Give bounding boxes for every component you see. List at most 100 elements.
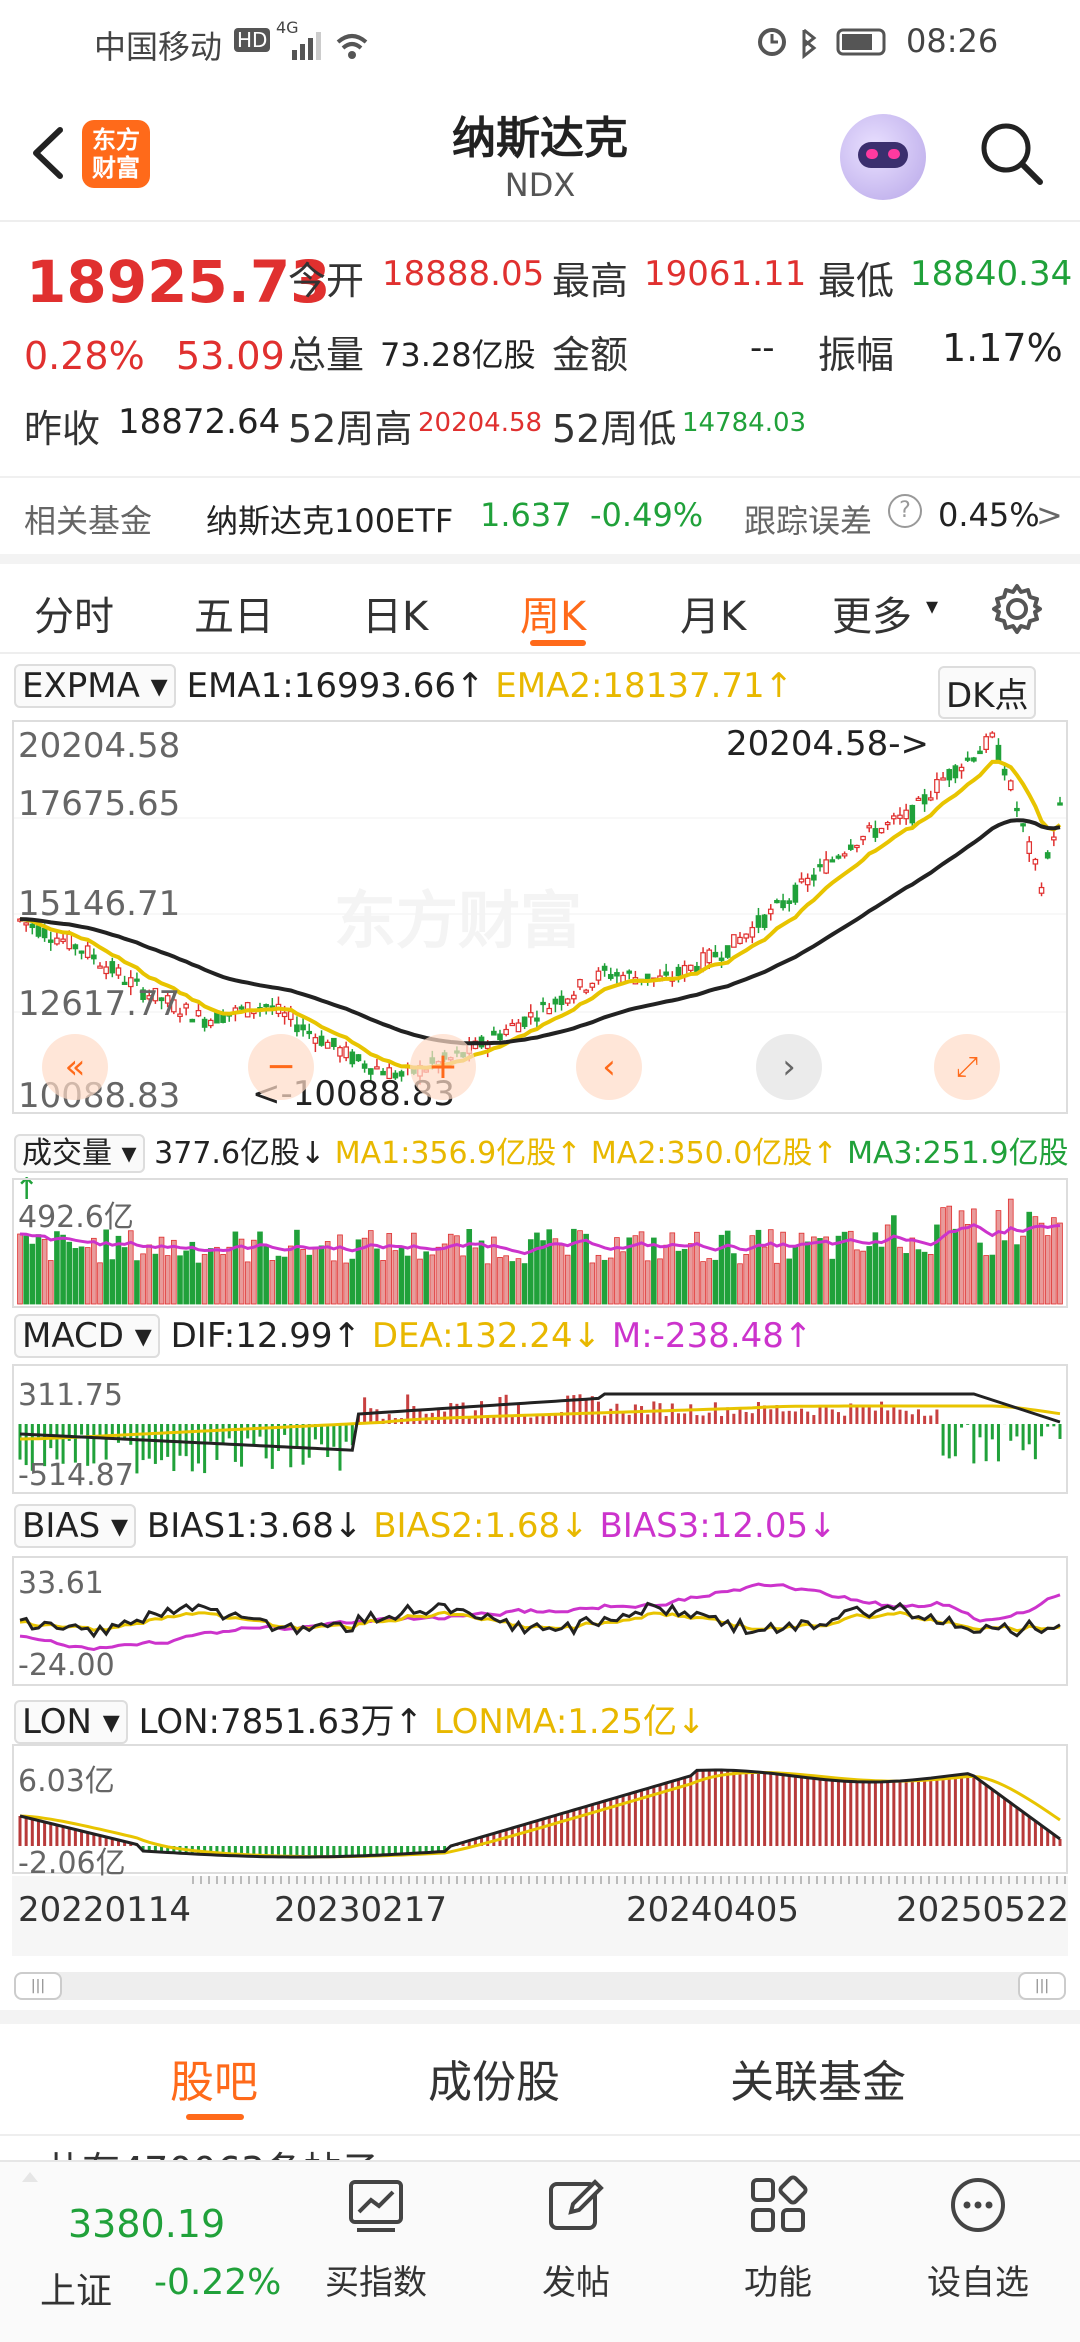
lon-bar bbox=[831, 1780, 834, 1846]
candle-body bbox=[873, 829, 877, 838]
lonma-value: LONMA:1.25亿↓ bbox=[434, 1702, 706, 1742]
candle-body bbox=[202, 1019, 206, 1027]
volume-bar bbox=[731, 1254, 736, 1304]
volume-bar bbox=[73, 1248, 78, 1304]
candle-body bbox=[602, 966, 606, 970]
scroll-right-icon[interactable]: › bbox=[756, 1034, 822, 1100]
lon-bar bbox=[677, 1779, 680, 1846]
volume-bar bbox=[282, 1257, 287, 1304]
lon-chart[interactable]: 6.03亿 -2.06亿 bbox=[12, 1744, 1068, 1874]
date-axis: 20220114 20230217 20240405 20250522 bbox=[12, 1876, 1068, 1956]
candle-body bbox=[1045, 853, 1049, 858]
lon-bar bbox=[819, 1779, 822, 1846]
candle-body bbox=[239, 1007, 243, 1009]
candle-body bbox=[978, 751, 982, 753]
tab-daily-k[interactable]: 日K bbox=[362, 584, 428, 642]
prev-close-value: 18872.64 bbox=[118, 402, 280, 442]
w52-low-label: 52周低 bbox=[552, 398, 676, 453]
candle-body bbox=[116, 968, 120, 975]
lon-bar bbox=[812, 1778, 815, 1846]
lon-selector[interactable]: LON ▾ bbox=[14, 1700, 128, 1744]
fullscreen-expand-icon[interactable]: ⤢ bbox=[934, 1034, 1000, 1100]
scroll-left-icon[interactable]: ‹ bbox=[576, 1034, 642, 1100]
expma-selector[interactable]: EXPMA ▾ bbox=[14, 664, 176, 708]
nav-functions[interactable]: 功能 bbox=[708, 2174, 848, 2304]
range-handle-right[interactable]: ||| bbox=[1018, 1972, 1066, 2000]
zoom-in-icon[interactable]: + bbox=[410, 1034, 476, 1100]
kline-y-label-4: 12617.77 bbox=[18, 984, 180, 1024]
macd-bar bbox=[862, 1407, 865, 1424]
lon-bar bbox=[855, 1782, 858, 1846]
kline-chart[interactable]: 东方财富 20204.58 17675.65 15146.71 12617.77… bbox=[12, 720, 1068, 1114]
ticker-caret-icon bbox=[22, 2172, 38, 2182]
candle-body bbox=[775, 901, 779, 903]
related-fund-name[interactable]: 纳斯达克100ETF bbox=[206, 496, 453, 542]
volume-bar bbox=[251, 1240, 256, 1304]
volume-bar bbox=[430, 1255, 435, 1304]
bias2-value: BIAS2:1.68↓ bbox=[373, 1506, 588, 1546]
candle-body bbox=[750, 928, 754, 937]
tab-stock-forum[interactable]: 股吧 bbox=[170, 2046, 258, 2110]
search-icon[interactable] bbox=[976, 118, 1046, 188]
volume-bar bbox=[738, 1264, 743, 1304]
volume-selector[interactable]: 成交量 ▾ bbox=[14, 1134, 145, 1173]
macd-bar bbox=[659, 1403, 662, 1424]
macd-axis-bottom: -514.87 bbox=[18, 1458, 134, 1493]
candle-body bbox=[110, 962, 114, 973]
volume-value: 73.28亿股 bbox=[380, 330, 536, 376]
macd-selector[interactable]: MACD ▾ bbox=[14, 1314, 160, 1358]
candle-body bbox=[42, 928, 46, 937]
range-scrollbar[interactable]: ||| ||| bbox=[14, 1972, 1066, 2000]
tab-related-funds[interactable]: 关联基金 bbox=[730, 2046, 906, 2110]
candle-body bbox=[867, 826, 871, 828]
tab-more[interactable]: 更多 bbox=[832, 584, 912, 642]
candle-body bbox=[805, 878, 809, 884]
lon-bar bbox=[868, 1782, 871, 1846]
zoom-out-icon[interactable]: − bbox=[248, 1034, 314, 1100]
related-fund-row[interactable]: 相关基金 纳斯达克100ETF 1.637 -0.49% 跟踪误差 ? 0.45… bbox=[0, 476, 1080, 564]
lon-bar bbox=[917, 1779, 920, 1846]
macd-bar bbox=[646, 1414, 649, 1424]
nav-post[interactable]: 发帖 bbox=[506, 2174, 646, 2304]
bias-chart[interactable]: 33.61 -24.00 bbox=[12, 1556, 1068, 1686]
bias-selector[interactable]: BIAS ▾ bbox=[14, 1504, 136, 1548]
tab-constituents[interactable]: 成份股 bbox=[428, 2046, 560, 2110]
carrier-label: 中国移动 bbox=[94, 22, 222, 68]
nav-add-watchlist[interactable]: 设自选 bbox=[908, 2174, 1048, 2304]
tab-intraday[interactable]: 分时 bbox=[34, 584, 114, 642]
volume-chart[interactable]: 492.6亿 bbox=[12, 1178, 1068, 1308]
lon-bar bbox=[739, 1771, 742, 1846]
macd-bar bbox=[345, 1424, 348, 1442]
lon-bar bbox=[529, 1823, 532, 1846]
range-handle-left[interactable]: ||| bbox=[14, 1972, 62, 2000]
macd-chart[interactable]: 311.75 -514.87 bbox=[12, 1364, 1068, 1494]
lon-bar bbox=[332, 1846, 335, 1857]
volume-bar bbox=[713, 1260, 718, 1304]
macd-bar bbox=[855, 1406, 858, 1424]
tab-monthly-k[interactable]: 月K bbox=[680, 584, 746, 642]
candle-body bbox=[916, 798, 920, 800]
lon-bar bbox=[991, 1790, 994, 1847]
lon-bar bbox=[1003, 1799, 1006, 1847]
tab-five-day[interactable]: 五日 bbox=[194, 584, 274, 642]
date-axis-ticks bbox=[192, 1876, 1068, 1884]
scroll-left-fast-button[interactable]: « bbox=[42, 1034, 108, 1100]
volume-bar bbox=[1008, 1199, 1013, 1304]
more-dropdown-icon[interactable]: ▾ bbox=[926, 592, 938, 620]
chevron-right-icon[interactable]: > bbox=[1036, 496, 1063, 534]
bias1-value: BIAS1:3.68↓ bbox=[147, 1506, 362, 1546]
macd-bar bbox=[529, 1418, 532, 1424]
volume-bar bbox=[375, 1249, 380, 1304]
tab-weekly-k[interactable]: 周K bbox=[520, 584, 586, 642]
lon-bar bbox=[345, 1846, 348, 1856]
settings-gear-icon[interactable] bbox=[990, 582, 1044, 636]
candle-body bbox=[184, 1004, 188, 1008]
index-ticker[interactable]: 3380.19 上证 -0.22% bbox=[22, 2172, 292, 2322]
dk-point-button[interactable]: DK点 bbox=[938, 666, 1036, 719]
lon-bar bbox=[702, 1770, 705, 1846]
candle-body bbox=[596, 971, 600, 980]
assistant-robot-icon[interactable] bbox=[840, 114, 926, 200]
candle-body bbox=[67, 934, 71, 948]
help-icon[interactable]: ? bbox=[888, 494, 922, 528]
nav-buy-index[interactable]: 买指数 bbox=[306, 2174, 446, 2304]
